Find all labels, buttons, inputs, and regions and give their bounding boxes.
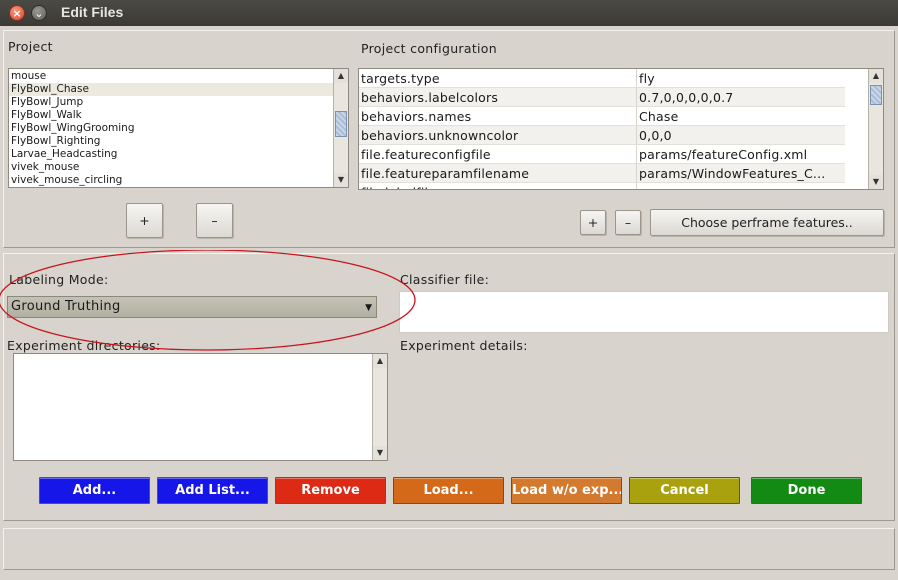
config-table[interactable]: targets.type fly behaviors.labelcolors 0.7,… <box>358 68 884 190</box>
remove-config-button[interactable]: – <box>615 210 641 235</box>
project-list-scrollbar[interactable]: ▲ ▼ <box>333 69 348 187</box>
config-value[interactable]: params/featureConfig.xml <box>637 145 843 163</box>
project-list-item[interactable]: FlyBowl_Walk <box>9 109 348 122</box>
config-table-scrollbar[interactable]: ▲ ▼ <box>868 69 883 189</box>
minimize-icon[interactable]: ⌄ <box>31 5 47 21</box>
project-list-item[interactable]: Larvae_Headcasting <box>9 148 348 161</box>
add-project-button[interactable]: + <box>126 203 163 238</box>
project-list-item[interactable]: mouse <box>9 70 348 83</box>
project-list-item[interactable]: vivek_mouse <box>9 161 348 174</box>
config-key: file.featureparamfilename <box>359 164 637 182</box>
config-row[interactable]: behaviors.names Chase <box>359 107 845 126</box>
scroll-down-icon[interactable]: ▼ <box>373 446 387 460</box>
config-row[interactable]: behaviors.unknowncolor 0,0,0 <box>359 126 845 145</box>
config-key: behaviors.names <box>359 107 637 125</box>
config-value[interactable]: 0.7,0,0,0,0,0.7 <box>637 88 843 106</box>
close-icon[interactable]: × <box>9 5 25 21</box>
config-value[interactable]: Chase <box>637 107 843 125</box>
config-row[interactable]: file.labelfile... <box>359 183 845 189</box>
scroll-up-icon[interactable]: ▲ <box>334 69 348 83</box>
config-value[interactable]: 0,0,0 <box>637 126 843 144</box>
classifier-file-field[interactable] <box>399 291 889 333</box>
config-key: targets.type <box>359 69 637 87</box>
project-list-item[interactable]: FlyBowl_Jump <box>9 96 348 109</box>
load-without-experiments-button[interactable]: Load w/o exp... <box>511 477 622 504</box>
add-list-button[interactable]: Add List... <box>157 477 268 504</box>
config-value[interactable]: params/WindowFeatures_C... <box>637 164 843 182</box>
experiment-directories-list[interactable]: ▲ ▼ <box>13 353 388 461</box>
experiment-list-scrollbar[interactable]: ▲ ▼ <box>372 354 387 460</box>
done-button[interactable]: Done <box>751 477 862 504</box>
scroll-thumb[interactable] <box>870 85 882 105</box>
config-row[interactable]: file.featureparamfilename params/WindowFe… <box>359 164 845 183</box>
choose-perframe-features-button[interactable]: Choose perframe features.. <box>650 209 884 236</box>
config-value[interactable]: ... <box>637 183 843 189</box>
config-key: file.labelfile <box>359 183 637 189</box>
config-row[interactable]: targets.type fly <box>359 69 845 88</box>
project-list[interactable]: mouse FlyBowl_Chase FlyBowl_Jump FlyBowl_Wa… <box>8 68 349 188</box>
window-title: Edit Files <box>61 4 124 20</box>
remove-button[interactable]: Remove <box>275 477 386 504</box>
config-row[interactable]: file.featureconfigfile params/featureConf… <box>359 145 845 164</box>
config-label: Project configuration <box>361 41 497 56</box>
config-row[interactable]: behaviors.labelcolors 0.7,0,0,0,0,0.7 <box>359 88 845 107</box>
project-list-item[interactable]: FlyBowl_Righting <box>9 135 348 148</box>
scroll-down-icon[interactable]: ▼ <box>334 173 348 187</box>
config-key: file.featureconfigfile <box>359 145 637 163</box>
remove-project-button[interactable]: – <box>196 203 233 238</box>
annotation-ellipse <box>0 250 416 351</box>
project-list-item[interactable]: FlyBowl_WingGrooming <box>9 122 348 135</box>
config-key: behaviors.labelcolors <box>359 88 637 106</box>
config-key: behaviors.unknowncolor <box>359 126 637 144</box>
scroll-up-icon[interactable]: ▲ <box>869 69 883 83</box>
config-value[interactable]: fly <box>637 69 843 87</box>
project-label: Project <box>8 39 53 54</box>
status-panel <box>3 528 895 570</box>
title-bar: × ⌄ Edit Files <box>0 0 898 26</box>
scroll-thumb[interactable] <box>335 111 347 137</box>
add-button[interactable]: Add... <box>39 477 150 504</box>
scroll-down-icon[interactable]: ▼ <box>869 175 883 189</box>
cancel-button[interactable]: Cancel <box>629 477 740 504</box>
add-config-button[interactable]: + <box>580 210 606 235</box>
project-list-item[interactable]: vivek_mouse_circling <box>9 174 348 187</box>
load-button[interactable]: Load... <box>393 477 504 504</box>
project-list-item[interactable]: FlyBowl_Chase <box>9 83 348 96</box>
